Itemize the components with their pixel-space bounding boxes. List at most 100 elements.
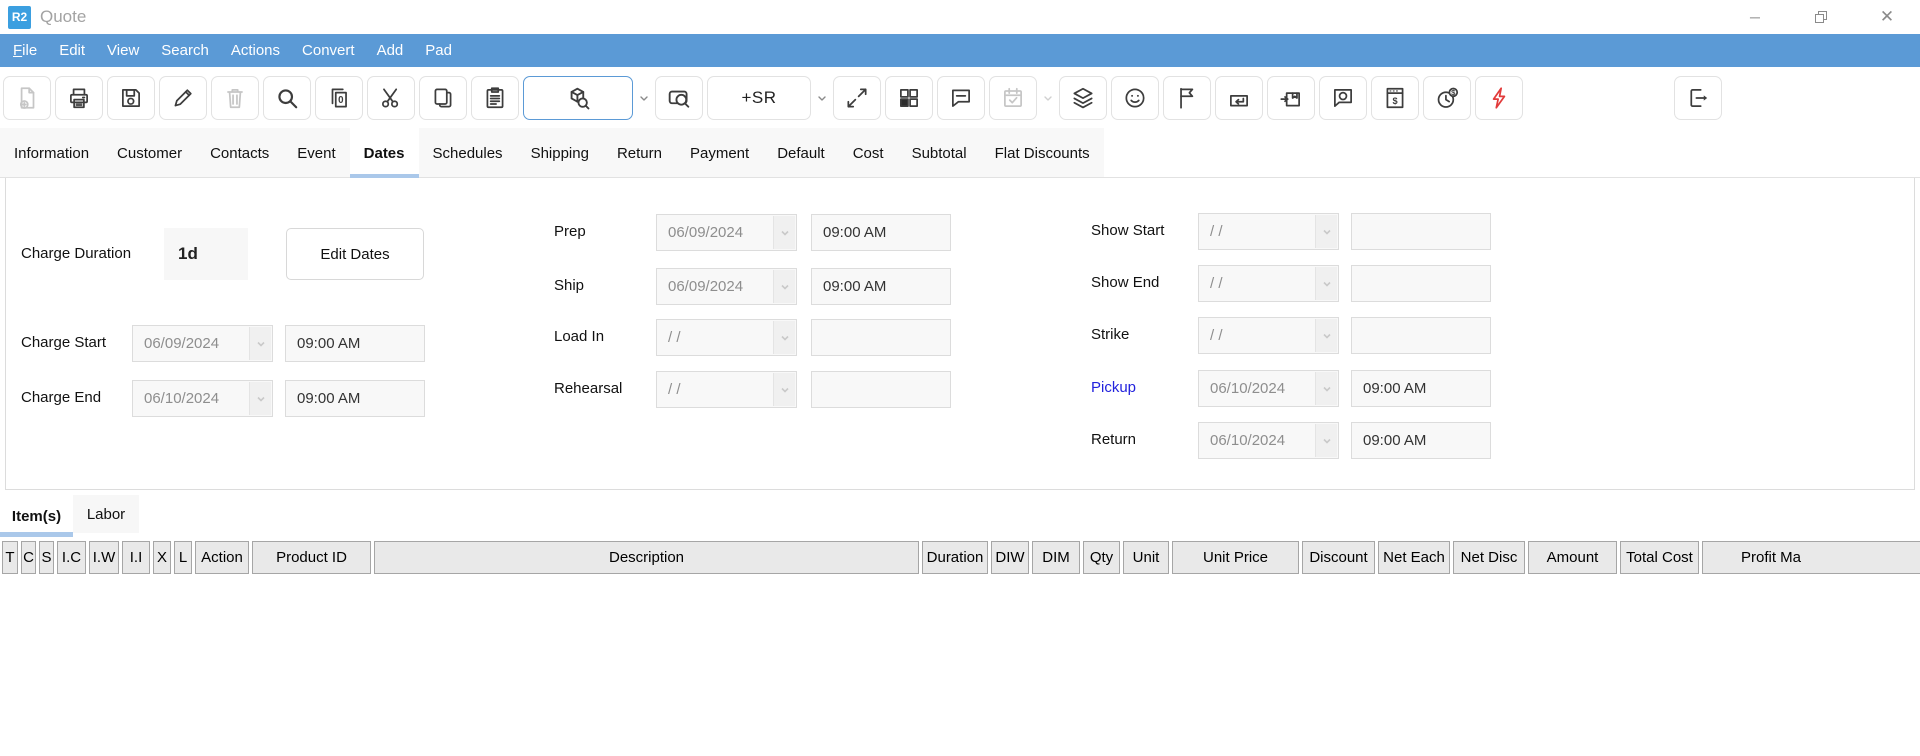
pickup-link[interactable]: Pickup	[1091, 379, 1136, 396]
schedule-dropdown[interactable]	[1041, 76, 1055, 120]
clock-dollar-icon: $	[1434, 85, 1460, 111]
col-profit-margin[interactable]: Profit Ma	[1702, 541, 1920, 574]
add-subrental-dropdown[interactable]	[815, 76, 829, 120]
minimize-button[interactable]: ─	[1722, 0, 1788, 34]
show-end-date-field[interactable]: / /	[1198, 265, 1339, 302]
col-t[interactable]: T	[2, 541, 18, 574]
flag-button[interactable]	[1163, 76, 1211, 120]
col-total-cost[interactable]: Total Cost	[1620, 541, 1699, 574]
col-iw[interactable]: I.W	[89, 541, 119, 574]
date-dropdown-icon[interactable]	[1315, 215, 1337, 248]
product-search-button[interactable]	[523, 76, 633, 120]
col-qty[interactable]: Qty	[1083, 541, 1120, 574]
tab-flat-discounts[interactable]: Flat Discounts	[981, 128, 1104, 178]
receive-box-button[interactable]	[1267, 76, 1315, 120]
expand-button[interactable]	[833, 76, 881, 120]
add-subrental-label: +SR	[741, 88, 776, 108]
tab-customer[interactable]: Customer	[103, 128, 196, 178]
chat-order-icon	[1330, 85, 1356, 111]
billing-time-button[interactable]: $	[1423, 76, 1471, 120]
tab-labor[interactable]: Labor	[73, 495, 139, 533]
invoice-button[interactable]: $	[1371, 76, 1419, 120]
strike-date-field[interactable]: / /	[1198, 317, 1339, 354]
col-action[interactable]: Action	[195, 541, 249, 574]
search-button[interactable]	[263, 76, 311, 120]
view-search-button[interactable]	[655, 76, 703, 120]
strike-time-field[interactable]	[1351, 317, 1491, 354]
print-button[interactable]	[55, 76, 103, 120]
menu-convert[interactable]: Convert	[291, 34, 366, 67]
col-l[interactable]: L	[174, 541, 192, 574]
layers-button[interactable]	[1059, 76, 1107, 120]
col-product-id[interactable]: Product ID	[252, 541, 371, 574]
cut-button[interactable]	[367, 76, 415, 120]
date-dropdown-icon[interactable]	[1315, 424, 1337, 457]
date-dropdown-icon[interactable]	[1315, 372, 1337, 405]
col-discount[interactable]: Discount	[1302, 541, 1375, 574]
tab-contacts[interactable]: Contacts	[196, 128, 283, 178]
tab-cost[interactable]: Cost	[839, 128, 898, 178]
col-description[interactable]: Description	[374, 541, 919, 574]
show-start-time-field[interactable]	[1351, 213, 1491, 250]
menu-search[interactable]: Search	[150, 34, 220, 67]
layout-grid-button[interactable]	[885, 76, 933, 120]
return-date-field[interactable]: 06/10/2024	[1198, 422, 1339, 459]
tab-information[interactable]: Information	[0, 128, 103, 178]
col-net-each[interactable]: Net Each	[1378, 541, 1450, 574]
col-duration[interactable]: Duration	[922, 541, 988, 574]
smiley-button[interactable]	[1111, 76, 1159, 120]
menu-add[interactable]: Add	[366, 34, 415, 67]
col-ic[interactable]: I.C	[57, 541, 86, 574]
schedule-calendar-button[interactable]	[989, 76, 1037, 120]
col-c[interactable]: C	[21, 541, 36, 574]
product-search-dropdown[interactable]	[637, 76, 651, 120]
col-unit[interactable]: Unit	[1123, 541, 1169, 574]
comment-button[interactable]	[937, 76, 985, 120]
date-dropdown-icon[interactable]	[1315, 319, 1337, 352]
tab-dates[interactable]: Dates	[350, 128, 419, 178]
return-time-field[interactable]: 09:00 AM	[1351, 422, 1491, 459]
col-x[interactable]: X	[153, 541, 171, 574]
edit-button[interactable]	[159, 76, 207, 120]
subrental-return-button[interactable]	[1215, 76, 1263, 120]
tab-subtotal[interactable]: Subtotal	[898, 128, 981, 178]
col-net-disc[interactable]: Net Disc	[1453, 541, 1525, 574]
tab-schedules[interactable]: Schedules	[419, 128, 517, 178]
tab-items[interactable]: Item(s)	[0, 495, 73, 537]
order-chat-button[interactable]	[1319, 76, 1367, 120]
pickup-time-field[interactable]: 09:00 AM	[1351, 370, 1491, 407]
menu-view[interactable]: View	[96, 34, 150, 67]
pickup-row: Pickup 06/10/2024 09:00 AM	[6, 370, 1914, 407]
add-subrental-button[interactable]: +SR	[707, 76, 811, 120]
tab-default[interactable]: Default	[763, 128, 839, 178]
col-ii[interactable]: I.I	[122, 541, 150, 574]
pickup-date-field[interactable]: 06/10/2024	[1198, 370, 1339, 407]
col-dim[interactable]: DIM	[1032, 541, 1080, 574]
new-quote-button[interactable]	[3, 76, 51, 120]
restore-button[interactable]	[1788, 0, 1854, 34]
col-unit-price[interactable]: Unit Price	[1172, 541, 1299, 574]
paste-button[interactable]	[471, 76, 519, 120]
exit-button[interactable]	[1674, 76, 1722, 120]
copy-zero-button[interactable]: 0	[315, 76, 363, 120]
delete-button[interactable]	[211, 76, 259, 120]
show-end-time-field[interactable]	[1351, 265, 1491, 302]
tab-event[interactable]: Event	[283, 128, 349, 178]
menu-file[interactable]: File	[2, 34, 48, 67]
col-diw[interactable]: DIW	[991, 541, 1029, 574]
menu-pad[interactable]: Pad	[414, 34, 463, 67]
copy-button[interactable]	[419, 76, 467, 120]
show-start-date-field[interactable]: / /	[1198, 213, 1339, 250]
menu-actions[interactable]: Actions	[220, 34, 291, 67]
save-button[interactable]	[107, 76, 155, 120]
col-amount[interactable]: Amount	[1528, 541, 1617, 574]
col-s[interactable]: S	[39, 541, 54, 574]
tab-payment[interactable]: Payment	[676, 128, 763, 178]
tab-shipping[interactable]: Shipping	[517, 128, 603, 178]
tab-bar-filler	[1104, 128, 1920, 178]
close-button[interactable]: ✕	[1854, 0, 1920, 34]
quick-action-button[interactable]	[1475, 76, 1523, 120]
tab-return[interactable]: Return	[603, 128, 676, 178]
menu-edit[interactable]: Edit	[48, 34, 96, 67]
date-dropdown-icon[interactable]	[1315, 267, 1337, 300]
